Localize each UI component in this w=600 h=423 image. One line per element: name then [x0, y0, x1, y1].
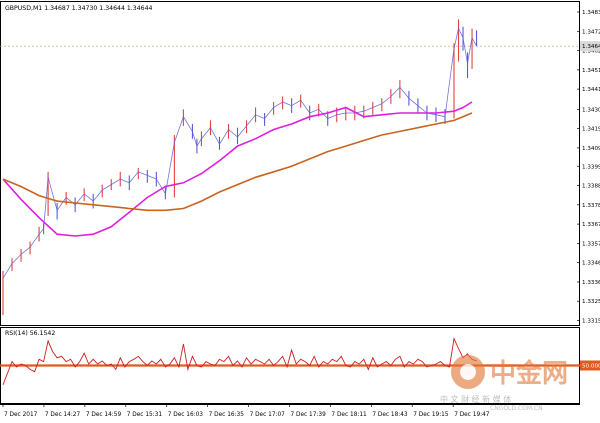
current-price-label: 1.34644 — [582, 44, 600, 50]
time-axis-label: 7 Dec 14:59 — [86, 412, 122, 418]
price-axis-label: 1.33150 — [582, 318, 600, 324]
time-axis-label: 7 Dec 18:11 — [331, 412, 367, 418]
time-axis-label: 7 Dec 14:27 — [45, 412, 81, 418]
price-axis-label: 1.34300 — [582, 107, 600, 113]
time-axis-label: 7 Dec 16:35 — [209, 412, 245, 418]
time-axis-label: 7 Dec 15:31 — [127, 412, 163, 418]
price-axis-label: 1.33780 — [582, 203, 600, 209]
price-axis-label: 1.33990 — [582, 164, 600, 170]
time-axis-label: 7 Dec 17:39 — [290, 412, 326, 418]
price-axis-label: 1.34090 — [582, 146, 600, 152]
time-axis-label: 7 Dec 19:47 — [454, 412, 490, 418]
watermark-domain: CNGOLD.COM.CN — [490, 405, 543, 412]
chart-canvas: GBPUSD,M1 1.34687 1.34730 1.34644 1.3464… — [0, 0, 600, 423]
price-axis-label: 1.33675 — [582, 222, 600, 228]
time-axis-label: 7 Dec 17:07 — [250, 412, 286, 418]
price-axis-label: 1.33570 — [582, 241, 600, 247]
price-axis-label: 1.33885 — [582, 184, 600, 190]
watermark-subtitle: 中 文 财 经 新 媒 体 — [440, 394, 511, 404]
price-axis-label: 1.33255 — [582, 299, 600, 305]
price-axis-label: 1.34830 — [582, 10, 600, 16]
watermark-brand: 中金网 — [490, 358, 568, 389]
rsi-panel-header: RSI(14) 56.1542 — [5, 330, 55, 337]
time-axis-label: 7 Dec 18:43 — [372, 412, 408, 418]
rsi-level-label: 50.0000 — [582, 364, 600, 370]
time-axis-label: 7 Dec 19:15 — [413, 412, 449, 418]
time-axis-label: 7 Dec 16:03 — [168, 412, 204, 418]
watermark-logo-core — [460, 364, 476, 380]
price-axis-label: 1.34195 — [582, 127, 600, 133]
price-panel-header: GBPUSD,M1 1.34687 1.34730 1.34644 1.3464… — [5, 5, 153, 12]
price-axis-label: 1.34515 — [582, 68, 600, 74]
time-axis-label: 7 Dec 2017 — [4, 412, 38, 418]
price-axis-label: 1.34410 — [582, 87, 600, 93]
price-axis-label: 1.34725 — [582, 29, 600, 35]
price-axis-label: 1.33360 — [582, 280, 600, 286]
price-axis-label: 1.33465 — [582, 261, 600, 267]
